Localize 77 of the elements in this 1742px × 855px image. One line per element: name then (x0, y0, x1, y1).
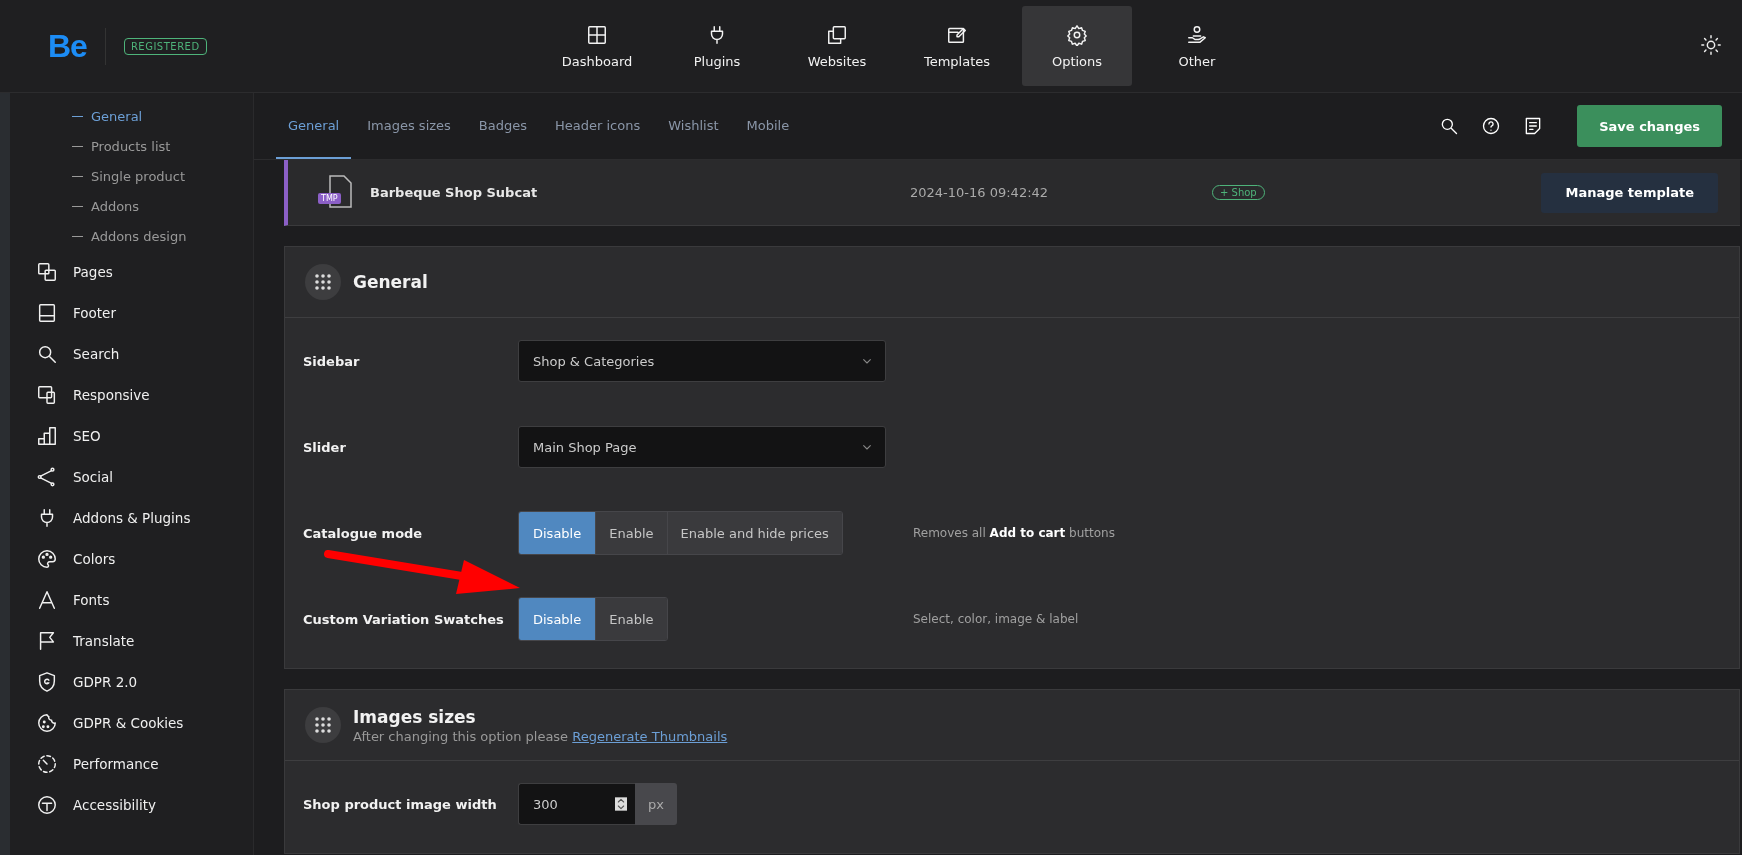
field-label: Slider (303, 439, 347, 455)
template-name: Barbeque Shop Subcat (370, 185, 539, 200)
dropdown[interactable]: Shop & Categories (518, 340, 886, 382)
field-label: Custom Variation Swatches (303, 611, 505, 627)
layout-grid-icon (586, 23, 608, 46)
regenerate-link[interactable]: Regenerate Thumbnails (572, 728, 728, 744)
sidebar-item[interactable]: Translate (10, 620, 253, 661)
stacked-squares-icon (826, 23, 848, 46)
tab[interactable]: Images sizes (355, 93, 463, 159)
sidebar-subitem[interactable]: Addons (10, 191, 253, 221)
field-description: Select, color, image & label (913, 612, 1079, 626)
sidebar-subitem[interactable]: Products list (10, 131, 253, 161)
option-button[interactable]: Enable (596, 512, 668, 554)
tab[interactable]: Header icons (543, 93, 653, 159)
option-button[interactable]: Enable and hide prices (667, 512, 842, 554)
section-title: Images sizes (353, 706, 477, 727)
sidebar-subitem[interactable]: Single product (10, 161, 253, 191)
dots-grid-icon (305, 707, 341, 743)
sidebar-item[interactable]: Addons & Plugins (10, 497, 253, 538)
sidebar-subitem[interactable]: Addons design (10, 221, 253, 251)
nav-tab[interactable]: Other (1142, 6, 1252, 86)
help-icon[interactable] (1481, 116, 1502, 136)
sidebar-item[interactable]: Responsive (10, 374, 253, 415)
nav-tab[interactable]: Dashboard (542, 6, 652, 86)
dropdown[interactable]: Main Shop Page (518, 426, 886, 468)
bar-chart-icon (36, 424, 58, 447)
devices-icon (36, 383, 58, 406)
save-button[interactable]: Save changes (1577, 105, 1722, 147)
unit-label: px (635, 783, 677, 825)
file-type-badge: TMP (318, 192, 341, 204)
sidebar-item[interactable]: Accessibility (10, 784, 253, 825)
nav-tab[interactable]: Plugins (662, 6, 772, 86)
nav-tab[interactable]: Templates (902, 6, 1012, 86)
option-button[interactable]: Disable (519, 598, 597, 640)
search-icon[interactable] (1439, 116, 1460, 136)
shield-icon (36, 670, 58, 693)
logo[interactable]: Be (48, 27, 106, 65)
sun-icon (1700, 34, 1722, 56)
field-label: Sidebar (303, 353, 361, 369)
sidebar-item[interactable]: Search (10, 333, 253, 374)
tab[interactable]: Badges (466, 93, 539, 159)
sidebar-item[interactable]: Fonts (10, 579, 253, 620)
cookie-icon (36, 711, 58, 734)
option-button[interactable]: Disable (519, 512, 597, 554)
sidebar-item[interactable]: Pages (10, 251, 253, 292)
dashed-gauge-icon (36, 752, 58, 775)
nav-tab[interactable]: Websites (782, 6, 892, 86)
gear-icon (1066, 23, 1088, 46)
option-button[interactable]: Enable (596, 598, 667, 640)
registered-badge: REGISTERED (123, 37, 207, 55)
field-label: Shop product image width (303, 796, 498, 812)
hand-person-icon (1186, 23, 1208, 46)
dots-grid-icon (305, 264, 341, 300)
footer-icon (36, 301, 58, 324)
tab[interactable]: Wishlist (656, 93, 731, 159)
letter-a-icon (36, 588, 58, 611)
sidebar-item[interactable]: Colors (10, 538, 253, 579)
sidebar-item[interactable]: SEO (10, 415, 253, 456)
sidebar-item[interactable]: Footer (10, 292, 253, 333)
nav-tab[interactable]: Options (1022, 6, 1132, 86)
share-icon (36, 465, 58, 488)
palette-icon (36, 547, 58, 570)
pages-icon (36, 260, 58, 283)
sidebar-item[interactable]: Performance (10, 743, 253, 784)
number-field[interactable]: 300 (518, 783, 635, 825)
spinner-arrows-icon (613, 796, 629, 812)
field-label: Catalogue mode (303, 525, 424, 541)
sidebar-subitem[interactable]: General (10, 101, 253, 131)
manage-template-button[interactable]: Manage template (1541, 172, 1718, 213)
section-note: After changing this option please (353, 728, 569, 744)
section-title: General (353, 272, 428, 292)
template-date: 2024-10-16 09:42:42 (910, 185, 1050, 200)
field-description: Removes all Add to cart buttons (913, 526, 1115, 540)
sidebar-item[interactable]: GDPR 2.0 (10, 661, 253, 702)
sidebar-item[interactable]: Social (10, 456, 253, 497)
sidebar-item[interactable]: GDPR & Cookies (10, 702, 253, 743)
tab[interactable]: Mobile (734, 93, 802, 159)
